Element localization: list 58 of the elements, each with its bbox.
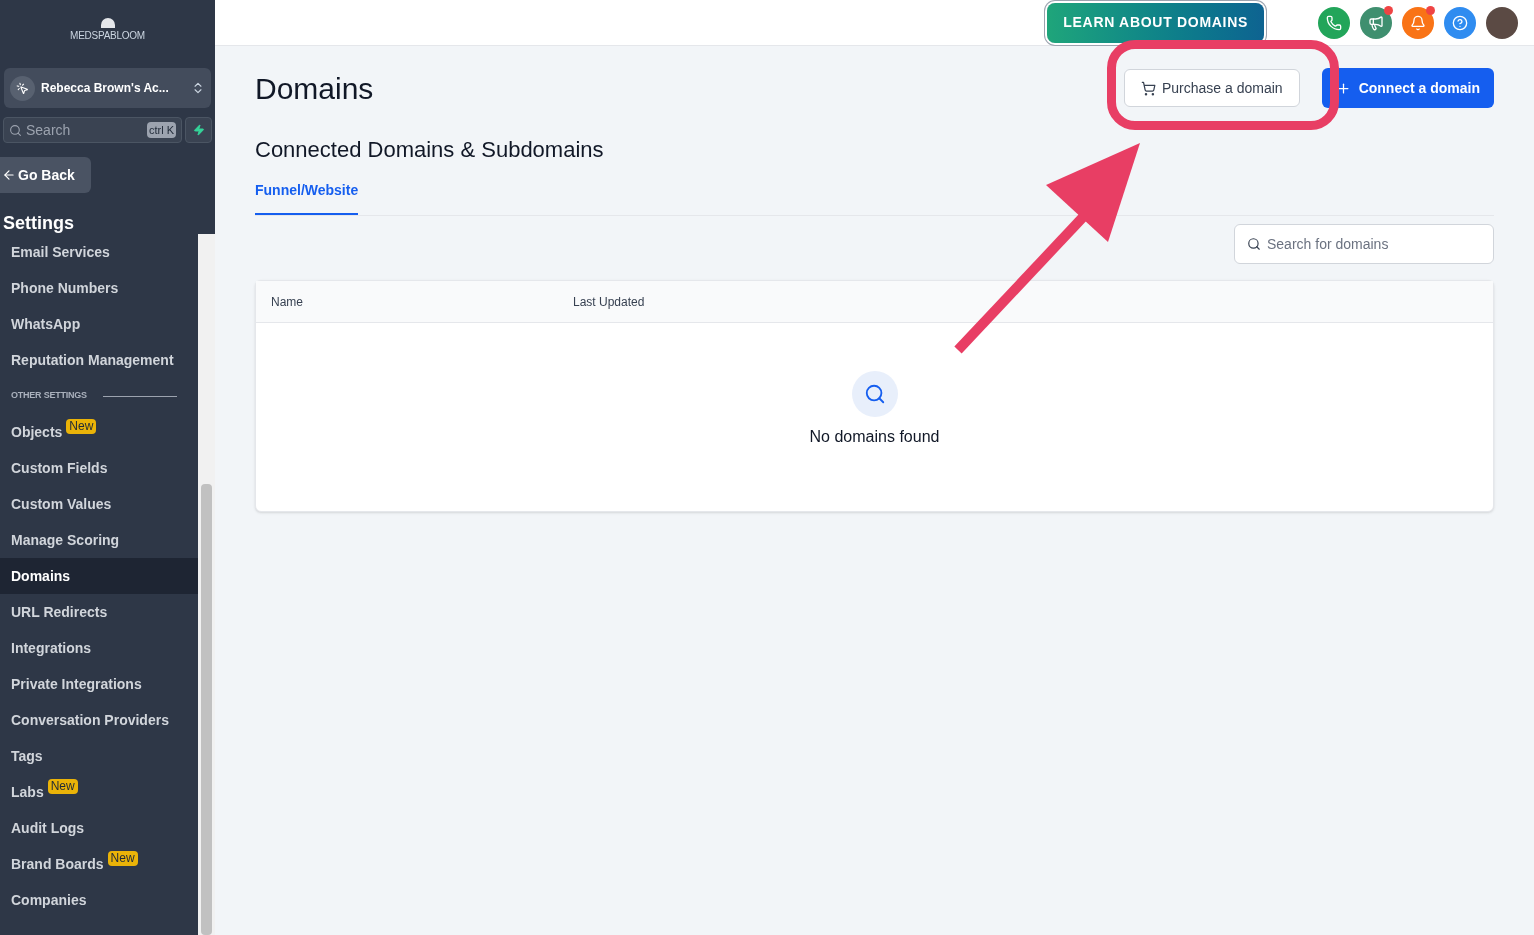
sidebar-item[interactable]: WhatsApp <box>0 306 198 342</box>
logo-icon <box>100 18 115 28</box>
search-icon <box>9 123 22 137</box>
new-badge: New <box>66 419 97 434</box>
bell-icon <box>1410 14 1426 31</box>
sidebar-item[interactable]: Companies <box>0 882 198 918</box>
account-icon <box>10 75 35 101</box>
lightning-icon <box>192 124 205 136</box>
megaphone-icon <box>1368 14 1384 31</box>
search-icon <box>851 371 898 417</box>
learn-button[interactable]: LEARN ABOUT DOMAINS <box>1047 2 1264 43</box>
sidebar-item[interactable]: Reputation Management <box>0 342 198 378</box>
settings-heading: Settings <box>3 212 75 234</box>
account-switcher[interactable]: Rebecca Brown's Ac... <box>4 68 211 108</box>
megaphone-button[interactable] <box>1360 6 1392 39</box>
new-badge: New <box>47 779 78 794</box>
sidebar-item[interactable]: Email Services <box>0 234 198 270</box>
new-badge: New <box>107 851 138 866</box>
tab[interactable]: Funnel/Website <box>255 180 359 215</box>
bell-button[interactable] <box>1402 6 1434 39</box>
sidebar-item[interactable]: Conversation Providers <box>0 702 198 738</box>
sidebar-item[interactable]: Integrations <box>0 630 198 666</box>
sidebar-item[interactable]: Private Integrations <box>0 666 198 702</box>
sidebar-item[interactable]: Objects New <box>0 414 198 450</box>
empty-message: No domains found <box>809 427 940 447</box>
connect-domain-button[interactable]: Connect a domain <box>1321 68 1494 108</box>
scrollbar[interactable] <box>198 234 215 935</box>
search-field[interactable]: Search ctrl K <box>3 117 182 143</box>
sidebar-item[interactable]: Phone Numbers <box>0 270 198 306</box>
cart-icon <box>1141 80 1156 96</box>
sidebar-item[interactable]: Custom Values <box>0 486 198 522</box>
logo-text: MEDSPABLOOM <box>70 29 145 43</box>
phone-icon <box>1326 14 1342 31</box>
sidebar-item[interactable]: Domains <box>0 558 198 594</box>
section-title: Connected Domains & Subdomains <box>255 136 605 164</box>
sidebar-item[interactable]: Labs New <box>0 774 198 810</box>
purchase-domain-button[interactable]: Purchase a domain <box>1124 69 1300 107</box>
search-icon <box>1247 237 1261 251</box>
shortcut-hint: ctrl K <box>146 121 176 139</box>
quick-action-button[interactable] <box>185 117 212 143</box>
sidebar-item[interactable]: URL Redirects <box>0 594 198 630</box>
phone-button[interactable] <box>1318 6 1350 39</box>
sidebar-item[interactable]: Manage Scoring <box>0 522 198 558</box>
domain-search-field[interactable]: Search for domains <box>1234 224 1494 264</box>
search-input[interactable]: Search <box>26 119 143 141</box>
avatar[interactable] <box>1486 6 1518 39</box>
help-button[interactable] <box>1444 6 1476 39</box>
sidebar-item[interactable]: Custom Fields <box>0 450 198 486</box>
domain-search-input[interactable]: Search for domains <box>1267 233 1481 255</box>
page-title: Domains <box>255 70 375 107</box>
help-icon <box>1452 14 1468 31</box>
go-back-button[interactable]: Go Back <box>0 157 91 193</box>
column-header: Name <box>271 293 304 311</box>
sidebar-item[interactable]: Brand Boards New <box>0 846 198 882</box>
sidebar-item[interactable]: Tags <box>0 738 198 774</box>
column-header: Last Updated <box>573 293 646 311</box>
sidebar-item[interactable]: Audit Logs <box>0 810 198 846</box>
section-label: OTHER SETTINGS <box>11 389 87 403</box>
